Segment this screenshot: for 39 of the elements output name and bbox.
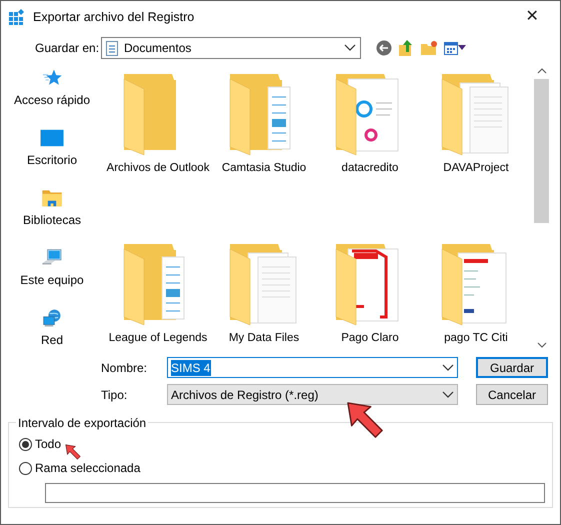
filetype-dropdown[interactable]: Archivos de Registro (*.reg) <box>167 384 458 405</box>
radio-option[interactable]: Todo <box>19 435 552 453</box>
folder-item[interactable]: DAVAProject <box>423 65 529 235</box>
window-title: Exportar archivo del Registro <box>33 8 196 26</box>
folder-item[interactable]: Pago Claro <box>317 235 423 351</box>
branch-field[interactable] <box>45 483 545 503</box>
cancel-button[interactable]: Cancelar <box>476 384 548 405</box>
chevron-down-icon <box>344 44 356 52</box>
sidebar-item[interactable]: Red <box>36 309 68 349</box>
new-folder-icon[interactable] <box>420 40 438 56</box>
folder-item[interactable]: My Data Files <box>211 235 317 351</box>
location-dropdown[interactable]: Documentos <box>101 37 361 59</box>
annotation-arrow <box>346 401 384 439</box>
view-menu-icon[interactable] <box>444 42 466 54</box>
close-button[interactable]: ✕ <box>512 3 552 31</box>
scroll-down-icon[interactable] <box>536 341 546 349</box>
sidebar-item[interactable]: Bibliotecas <box>22 189 82 229</box>
chevron-down-icon <box>442 390 454 398</box>
registry-icon <box>9 9 25 25</box>
folder-item[interactable]: pago TC Citi <box>423 235 529 351</box>
save-button[interactable]: Guardar <box>476 357 548 378</box>
radio-option[interactable]: Rama seleccionada <box>19 459 552 477</box>
save-in-label: Guardar en: <box>35 40 100 57</box>
filename-field[interactable]: SIMS 4 <box>167 357 458 378</box>
sidebar-item[interactable]: Este equipo <box>20 249 84 289</box>
document-icon <box>106 40 118 56</box>
sidebar-item[interactable]: Acceso rápido <box>14 69 90 109</box>
sidebar-item[interactable]: Escritorio <box>26 129 77 169</box>
folder-item[interactable]: Archivos de Outlook <box>105 65 211 235</box>
folder-item[interactable]: datacredito <box>317 65 423 235</box>
back-icon[interactable] <box>376 40 392 56</box>
chevron-down-icon <box>442 364 454 372</box>
folder-item[interactable]: League of Legends <box>105 235 211 351</box>
folder-item[interactable]: Camtasia Studio <box>211 65 317 235</box>
type-label: Tipo: <box>101 386 128 404</box>
up-folder-icon[interactable] <box>398 39 414 57</box>
annotation-arrow <box>65 444 81 460</box>
scroll-up-icon[interactable] <box>536 67 546 75</box>
name-label: Nombre: <box>101 360 148 376</box>
